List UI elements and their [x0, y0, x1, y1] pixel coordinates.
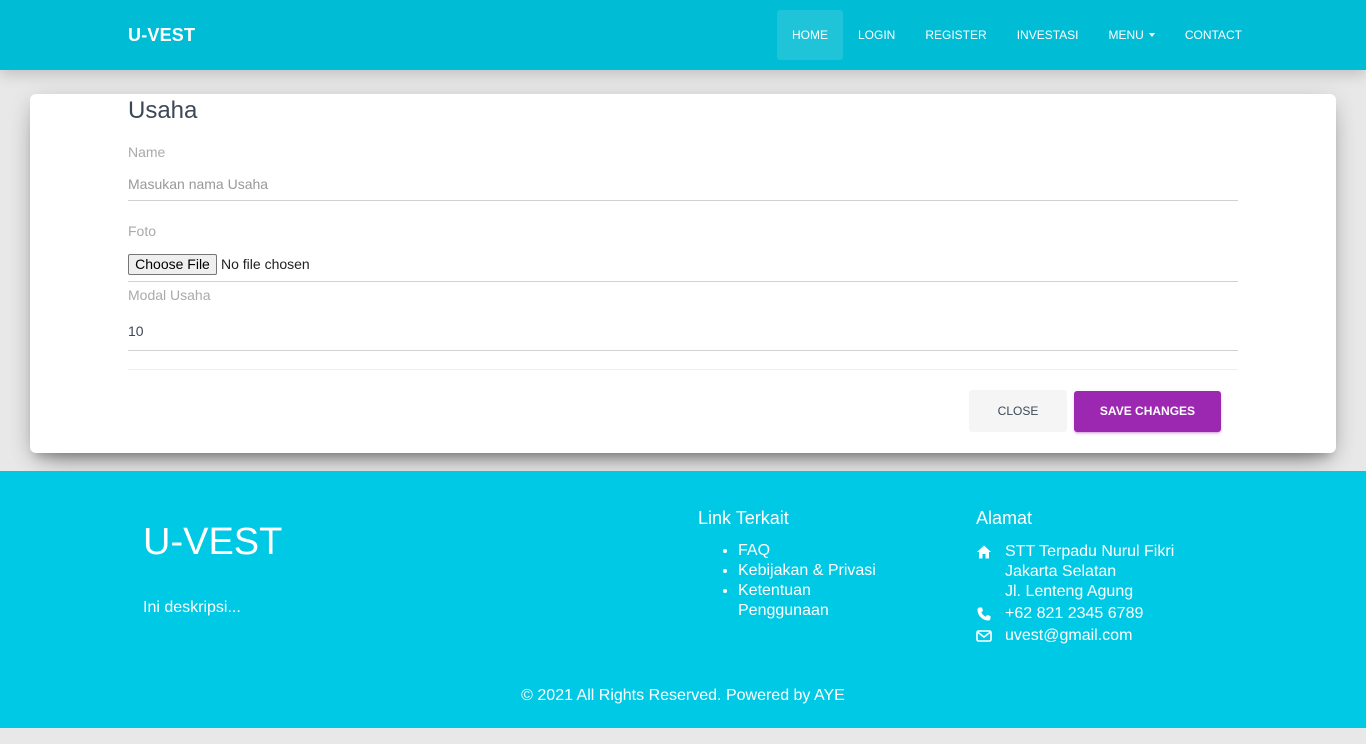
footer-link-privacy[interactable]: Kebijakan & Privasi: [738, 561, 898, 581]
close-button[interactable]: CLOSE: [969, 390, 1067, 432]
foto-label: Foto: [128, 223, 157, 239]
email-row: uvest@gmail.com: [976, 626, 1132, 646]
form-divider: [128, 369, 1238, 370]
home-icon: [977, 545, 991, 559]
envelope-icon: [976, 630, 992, 642]
copyright: © 2021 All Rights Reserved. Powered by A…: [521, 687, 845, 704]
save-changes-button[interactable]: SAVE CHANGES: [1074, 391, 1221, 432]
modal-usaha-label: Modal Usaha: [128, 287, 211, 303]
choose-file-button[interactable]: Choose File: [128, 254, 217, 275]
nav-links: HOME LOGIN REGISTER INVESTASI MENU CONTA…: [777, 10, 1257, 60]
nav-link-label: HOME: [792, 28, 828, 42]
address-line: Jakarta Selatan: [1005, 563, 1117, 580]
navbar: U-VEST HOME LOGIN REGISTER INVESTASI MEN…: [0, 0, 1366, 70]
address-line: Jl. Lenteng Agung: [1005, 583, 1134, 600]
email-text[interactable]: uvest@gmail.com: [1005, 626, 1132, 646]
nav-link-menu-dropdown[interactable]: MENU: [1093, 10, 1169, 60]
footer-brand: U-VEST: [143, 521, 283, 563]
form-title: Usaha: [128, 97, 198, 124]
phone-row: +62 821 2345 6789: [976, 604, 1143, 624]
footer-link-faq[interactable]: FAQ: [738, 541, 898, 561]
address-heading: Alamat: [976, 508, 1033, 528]
name-input-placeholder: Masukan nama Usaha: [128, 176, 269, 192]
address-row: STT Terpadu Nurul Fikri Jakarta Selatan …: [976, 542, 1174, 600]
footer-link-terms[interactable]: Ketentuan Penggunaan: [738, 581, 898, 621]
nav-link-register[interactable]: REGISTER: [910, 10, 1001, 60]
address-line: STT Terpadu Nurul Fikri: [1005, 543, 1175, 560]
nav-link-label: CONTACT: [1184, 28, 1242, 42]
modal-usaha-value: 10: [128, 323, 144, 339]
footer-description: Ini deskripsi...: [143, 599, 241, 616]
modal-usaha-input[interactable]: 10: [128, 314, 1238, 351]
nav-link-label: MENU: [1108, 28, 1144, 42]
nav-link-login[interactable]: LOGIN: [843, 10, 910, 60]
phone-text: +62 821 2345 6789: [1005, 605, 1144, 622]
address-text: STT Terpadu Nurul Fikri Jakarta Selatan …: [1005, 542, 1174, 602]
nav-link-label: INVESTASI: [1016, 28, 1079, 42]
name-input[interactable]: Masukan nama Usaha: [128, 168, 1238, 201]
caret-down-icon: [1148, 33, 1155, 37]
nav-link-label: LOGIN: [858, 28, 896, 42]
footer: U-VEST Ini deskripsi... Link Terkait FAQ…: [0, 471, 1366, 728]
nav-link-home[interactable]: HOME: [777, 10, 843, 60]
phone-icon: [977, 607, 991, 621]
nav-link-investasi[interactable]: INVESTASI: [1002, 10, 1094, 60]
nav-link-contact[interactable]: CONTACT: [1170, 10, 1257, 60]
name-label: Name: [128, 144, 166, 160]
footer-links-list: FAQ Kebijakan & Privasi Ketentuan Penggu…: [718, 541, 898, 621]
file-status-text: No file chosen: [221, 256, 310, 272]
navbar-brand[interactable]: U-VEST: [128, 25, 195, 46]
nav-link-label: REGISTER: [925, 28, 987, 42]
links-heading: Link Terkait: [698, 508, 789, 528]
